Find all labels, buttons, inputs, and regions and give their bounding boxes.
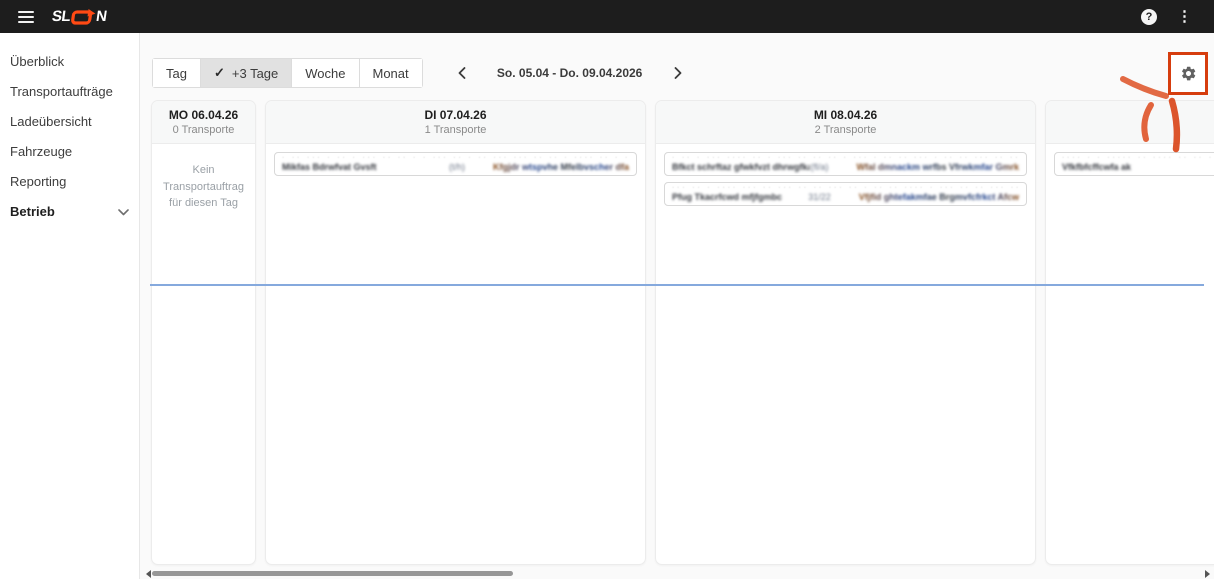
date-navigation: So. 05.04 - Do. 09.04.2026	[449, 60, 691, 86]
scrollbar-thumb[interactable]	[152, 571, 513, 576]
scroll-right-icon[interactable]	[1205, 570, 1210, 578]
sidebar-item-betrieb[interactable]: Betrieb	[0, 196, 139, 226]
chevron-right-icon[interactable]	[665, 60, 691, 86]
transport-card[interactable]: ··· ·· · ···· ··· ·· ··· ·· ·· ··· ·· · …	[664, 182, 1027, 206]
chevron-down-icon	[118, 204, 129, 219]
view-button-woche[interactable]: Woche	[292, 59, 359, 87]
day-transport-count: 0 Transporte	[173, 124, 235, 136]
day-column-body: · ·· ··· · ·· · ··· ·· ·· · · ··· ·· · ·…	[266, 144, 645, 564]
transport-card-redacted-detail: 31/22	[808, 192, 831, 202]
day-column-header: MO 06.04.26 0 Transporte	[152, 101, 255, 144]
topbar: SL N ? ⋮	[0, 0, 1214, 33]
transport-card-redacted-name: Mikfas Bdrwfvat Gvsft	[282, 162, 377, 172]
sidebar-item-label: Ladeübersicht	[10, 114, 92, 129]
empty-day-message: Kein Transportauftrag für diesen Tag	[160, 152, 247, 212]
menu-icon[interactable]	[18, 11, 34, 23]
sidebar-item-transportauftraege[interactable]: Transportaufträge	[0, 76, 139, 106]
logo-text-left: SL	[51, 8, 72, 25]
settings-gear-icon[interactable]	[1180, 65, 1197, 82]
sidebar-item-fahrzeuge[interactable]: Fahrzeuge	[0, 136, 139, 166]
date-range-label: So. 05.04 - Do. 09.04.2026	[475, 66, 665, 80]
sidebar: Überblick Transportaufträge Ladeübersich…	[0, 33, 140, 579]
day-column-header: MI 08.04.26 2 Transporte	[656, 101, 1035, 144]
transport-card-redacted-info: Vfjfid ghtefakmfae Brgmvfcfrkct Afcw	[859, 192, 1019, 202]
day-transport-count: 1 Transporte	[425, 124, 487, 136]
transport-card-redacted-name: Pfug Tkacrfcwd mfjfgmbc	[672, 192, 782, 202]
day-title: MO 06.04.26	[169, 108, 238, 122]
view-button-label: +3 Tage	[232, 66, 278, 81]
day-column-di: DI 07.04.26 1 Transporte · ·· ··· · ·· ·…	[265, 100, 646, 565]
scroll-left-icon[interactable]	[146, 570, 151, 578]
calendar-main: Tag ✓ +3 Tage Woche Monat So. 05.04 - Do…	[140, 33, 1214, 579]
sidebar-item-ladeuebersicht[interactable]: Ladeübersicht	[0, 106, 139, 136]
day-column-body: Kein Transportauftrag für diesen Tag	[152, 144, 255, 564]
view-switcher: Tag ✓ +3 Tage Woche Monat	[152, 58, 423, 88]
logo-text-right: N	[95, 8, 108, 25]
day-column-mo: MO 06.04.26 0 Transporte Kein Transporta…	[151, 100, 256, 565]
day-column-mi: MI 08.04.26 2 Transporte · ·· · ··· ····…	[655, 100, 1036, 565]
day-column-header: DI 07.04.26 1 Transporte	[266, 101, 645, 144]
view-button-monat[interactable]: Monat	[360, 59, 422, 87]
current-time-indicator	[150, 284, 1204, 286]
transport-card-redacted-detail: (fl/a)	[810, 162, 828, 172]
view-button-3tage[interactable]: ✓ +3 Tage	[201, 59, 292, 87]
sidebar-item-label: Reporting	[10, 174, 66, 189]
transport-card-redacted-name: Vfkfbfcffcwfa ak	[1062, 162, 1131, 172]
transport-card-redacted-header: ···· · · ····· ·· ···· ·· ·· · ·· ··	[1062, 154, 1214, 162]
day-column-body: · ·· · ··· ···· ·· · ··· ·· ·· ·· · ··· …	[656, 144, 1035, 564]
sidebar-item-ueberblick[interactable]: Überblick	[0, 46, 139, 76]
transport-card-redacted-header: · ·· · ··· ···· ·· · ··· ·· ·· ·· · ··· …	[672, 154, 1019, 162]
view-button-label: Woche	[305, 66, 345, 81]
day-transport-count: 2 Transporte	[815, 124, 877, 136]
transport-card[interactable]: · ·· · ··· ···· ·· · ··· ·· ·· ·· · ··· …	[664, 152, 1027, 176]
transport-card-redacted-header: · ·· ··· · ·· · ··· ·· ·· · · ··· ·· · ·…	[282, 154, 629, 162]
transport-card[interactable]: ···· · · ····· ·· ···· ·· ·· · ·· ·· Vfk…	[1054, 152, 1214, 176]
day-column-do: ···· · · ····· ·· ···· ·· ·· · ·· ·· Vfk…	[1045, 100, 1214, 565]
sidebar-item-label: Transportaufträge	[10, 84, 113, 99]
horizontal-scrollbar[interactable]	[140, 568, 1214, 579]
sidebar-item-label: Überblick	[10, 54, 64, 69]
day-column-header	[1046, 101, 1214, 144]
day-title: MI 08.04.26	[814, 108, 877, 122]
transport-card-redacted-name: Bfkct schrftaz gfwkfvzt dhrwgfkadt	[672, 162, 810, 172]
sidebar-item-label: Fahrzeuge	[10, 144, 72, 159]
view-button-label: Tag	[166, 66, 187, 81]
transport-card-redacted-info: Wfal dmnackm wrfbs Vfrwkmfar Gmrk	[856, 162, 1019, 172]
calendar-columns: MO 06.04.26 0 Transporte Kein Transporta…	[151, 100, 1214, 565]
view-button-label: Monat	[373, 66, 409, 81]
transport-card-redacted-info: Kfgjdr wtspvhe Mfelbvscher dfa	[493, 162, 629, 172]
chevron-left-icon[interactable]	[449, 60, 475, 86]
annotation-highlight-box	[1168, 52, 1208, 95]
logo-truck-icon	[70, 9, 96, 25]
calendar-toolbar: Tag ✓ +3 Tage Woche Monat So. 05.04 - Do…	[152, 58, 691, 88]
transport-card[interactable]: · ·· ··· · ·· · ··· ·· ·· · · ··· ·· · ·…	[274, 152, 637, 176]
app-logo: SL N	[51, 8, 108, 25]
more-options-icon[interactable]: ⋮	[1177, 9, 1192, 24]
check-icon: ✓	[214, 65, 225, 81]
transport-card-redacted-header: ··· ·· · ···· ··· ·· ··· ·· ·· ··· ·· · …	[672, 184, 1019, 192]
day-column-body: ···· · · ····· ·· ···· ·· ·· · ·· ·· Vfk…	[1046, 144, 1214, 564]
sidebar-item-label: Betrieb	[10, 204, 55, 219]
sidebar-item-reporting[interactable]: Reporting	[0, 166, 139, 196]
view-button-tag[interactable]: Tag	[153, 59, 201, 87]
transport-card-redacted-detail: (t/h)	[449, 162, 465, 172]
help-icon[interactable]: ?	[1141, 9, 1157, 25]
day-title: DI 07.04.26	[424, 108, 486, 122]
